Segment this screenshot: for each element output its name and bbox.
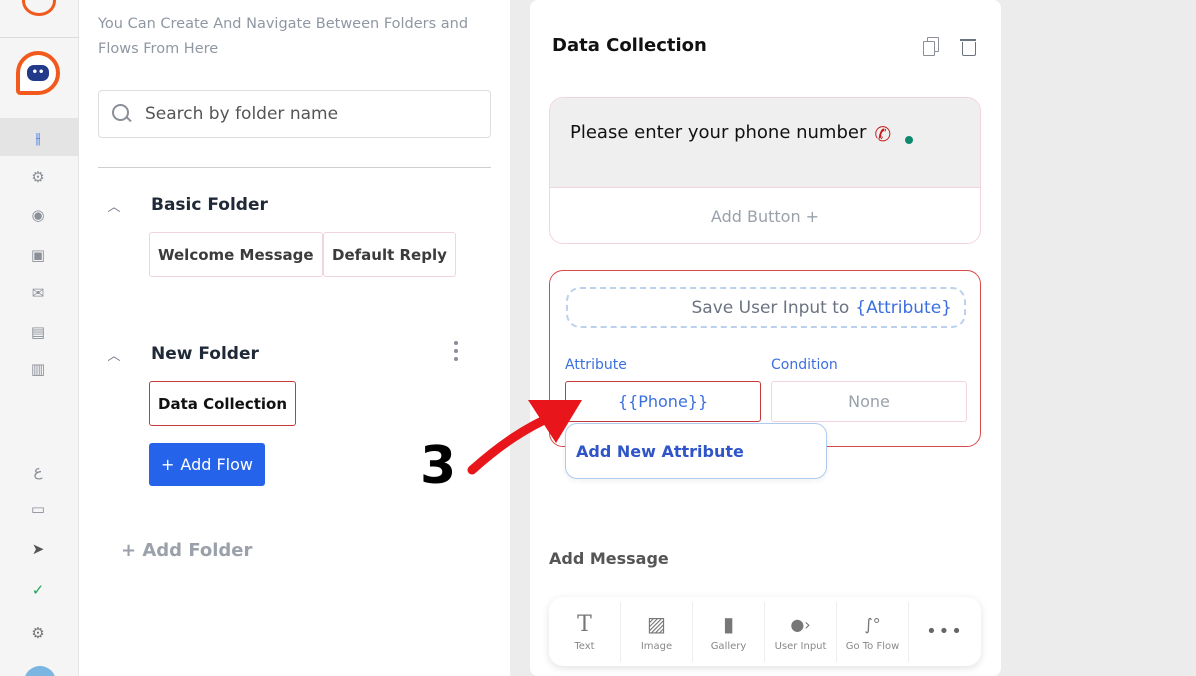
folder-name: New Folder xyxy=(151,344,259,364)
avatar[interactable] xyxy=(24,666,56,676)
rail-divider xyxy=(0,37,79,38)
save-input-attribute: {Attribute} xyxy=(855,297,952,318)
copy-icon[interactable] xyxy=(923,37,939,56)
go-to-flow-icon: ∫° xyxy=(864,614,881,634)
flow-editor: Data Collection Please enter your phone … xyxy=(530,0,1001,676)
plus-icon: + xyxy=(161,455,175,474)
gallery-icon: ▮ xyxy=(722,612,734,636)
tool-go-to-flow-button[interactable]: ∫° Go To Flow xyxy=(837,601,909,662)
contacts-icon[interactable]: ▣ xyxy=(26,243,50,267)
flows-icon[interactable]: ⫲ xyxy=(26,126,50,150)
condition-select[interactable]: None xyxy=(771,381,967,422)
add-button-button[interactable]: Add Button + xyxy=(550,187,980,243)
user-input-card[interactable]: Save User Input to {Attribute} Attribute… xyxy=(549,270,981,447)
status-dot xyxy=(905,136,914,144)
tool-label: Gallery xyxy=(710,641,747,652)
bot-brain-icon[interactable]: ⚙ xyxy=(26,165,50,189)
check-icon[interactable]: ✓ xyxy=(26,578,50,602)
tool-text-button[interactable]: T Text xyxy=(549,601,621,662)
automation-icon[interactable]: ▤ xyxy=(26,320,50,344)
add-message-label: Add Message xyxy=(549,549,669,568)
image-icon: ▨ xyxy=(647,612,666,636)
add-flow-button[interactable]: + Add Flow xyxy=(149,443,265,486)
message-text: Please enter your phone number xyxy=(570,122,867,143)
folder-search-input[interactable] xyxy=(145,104,465,124)
tool-more-button[interactable]: ••• xyxy=(909,602,981,662)
add-new-attribute-option[interactable]: Add New Attribute xyxy=(565,423,827,479)
panel-intro-text: You Can Create And Navigate Between Fold… xyxy=(98,16,469,57)
settings-gear-icon[interactable]: ⚙ xyxy=(26,621,50,645)
folder-panel: You Can Create And Navigate Between Fold… xyxy=(79,0,510,676)
search-icon xyxy=(111,103,133,125)
more-icon: ••• xyxy=(926,621,964,642)
trash-icon[interactable] xyxy=(960,36,976,56)
chevron-up-icon[interactable]: ︿ xyxy=(106,345,122,364)
flow-chip-welcome-message[interactable]: Welcome Message xyxy=(149,232,323,277)
brand-logo-partial-icon xyxy=(22,0,56,16)
save-user-input-pill[interactable]: Save User Input to {Attribute} xyxy=(566,287,966,328)
folder-search-box[interactable] xyxy=(98,90,491,138)
tool-label: Image xyxy=(640,641,673,652)
flow-chip-data-collection[interactable]: Data Collection xyxy=(149,381,297,426)
flow-title: Data Collection xyxy=(552,35,707,56)
divider xyxy=(98,167,491,168)
mail-icon[interactable]: ✉ xyxy=(26,281,50,305)
icon-rail: •• ⫲ ⚙ ◉ ▣ ✉ ▤ ▥ ع ▭ ➤ ✓ ⚙ xyxy=(0,0,79,676)
brand-logo-icon[interactable]: •• xyxy=(16,51,60,95)
tool-image-button[interactable]: ▨ Image xyxy=(621,601,693,662)
wallet-icon[interactable]: ▭ xyxy=(26,497,50,521)
tool-label: User Input xyxy=(774,641,827,652)
add-flow-label: Add Flow xyxy=(180,455,253,474)
folder-header-new[interactable]: ︿ New Folder xyxy=(106,344,259,364)
tool-gallery-button[interactable]: ▮ Gallery xyxy=(693,601,765,662)
language-icon[interactable]: ع xyxy=(26,459,50,483)
text-icon: T xyxy=(577,611,592,637)
attribute-select[interactable]: {{Phone}} xyxy=(565,381,761,422)
attribute-label: Attribute xyxy=(565,357,627,373)
send-icon[interactable]: ➤ xyxy=(26,537,50,561)
chevron-up-icon[interactable]: ︿ xyxy=(106,196,122,215)
tool-label: Text xyxy=(574,641,595,652)
message-body[interactable]: Please enter your phone number ✆ xyxy=(550,98,980,187)
phone-emoji-icon: ✆ xyxy=(874,122,892,146)
user-input-icon: ●› xyxy=(790,614,811,634)
folder-header-basic[interactable]: ︿ Basic Folder xyxy=(106,195,268,215)
add-folder-button[interactable]: + Add Folder xyxy=(121,540,252,561)
tool-user-input-button[interactable]: ●› User Input xyxy=(765,601,837,662)
analytics-icon[interactable]: ▥ xyxy=(26,357,50,381)
folder-name: Basic Folder xyxy=(151,195,268,215)
condition-label: Condition xyxy=(771,357,838,373)
annotation-step-number: 3 xyxy=(420,436,457,496)
tool-label: Go To Flow xyxy=(845,641,900,652)
flow-chip-default-reply[interactable]: Default Reply xyxy=(323,232,456,277)
save-input-prefix: Save User Input to xyxy=(691,297,850,318)
right-background xyxy=(1001,0,1196,676)
folder-menu-kebab-icon[interactable] xyxy=(452,341,460,361)
add-message-toolbar: T Text ▨ Image ▮ Gallery ●› User Input ∫… xyxy=(549,597,981,666)
text-message-card[interactable]: Please enter your phone number ✆ Add But… xyxy=(549,97,981,244)
broadcast-icon[interactable]: ◉ xyxy=(26,203,50,227)
